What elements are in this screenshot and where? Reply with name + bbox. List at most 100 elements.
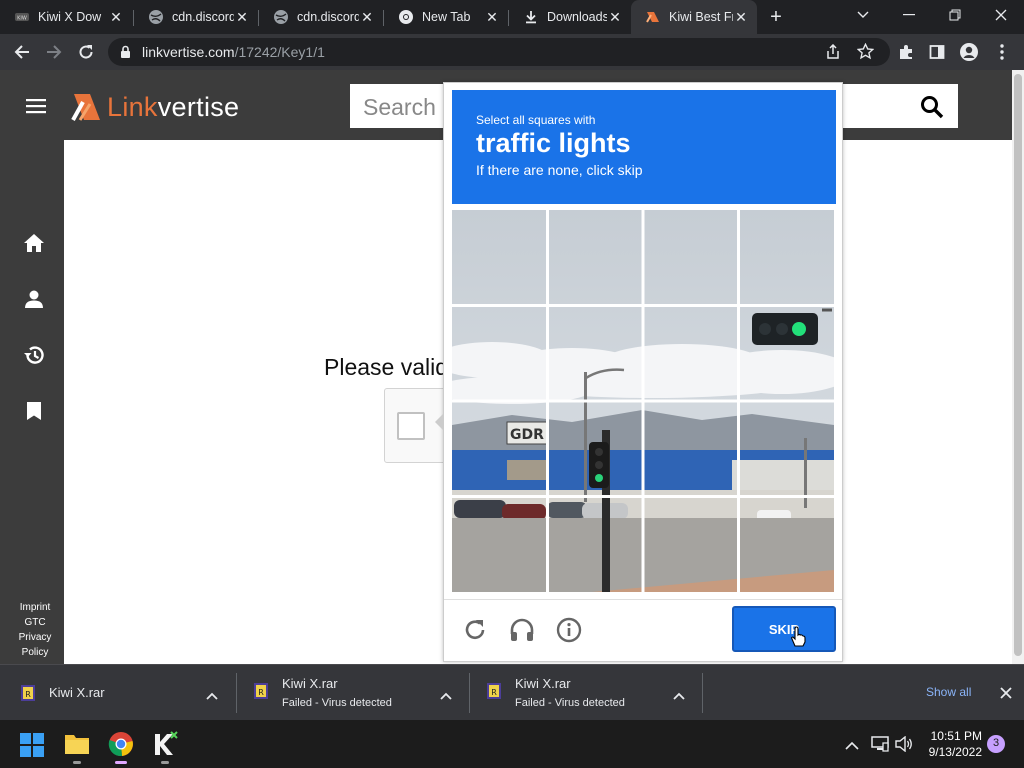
grid-tile-2[interactable] (548, 210, 643, 305)
audio-challenge-icon[interactable] (509, 617, 535, 648)
chevron-up-icon[interactable] (206, 687, 218, 705)
close-window-button[interactable] (978, 0, 1024, 30)
clock-time[interactable]: 10:51 PM (930, 729, 982, 743)
scrollbar-thumb[interactable] (1014, 74, 1022, 656)
bookmark-star-icon[interactable] (856, 42, 875, 65)
close-tab-icon[interactable]: ✕ (234, 9, 250, 25)
close-tab-icon[interactable]: ✕ (484, 9, 500, 25)
lock-icon[interactable] (120, 45, 131, 64)
footer-link-policy[interactable]: Policy (0, 647, 70, 658)
tab-search-chevron-icon[interactable] (840, 0, 886, 30)
tray-chevron-up-icon[interactable] (845, 738, 859, 756)
globe-icon (273, 9, 289, 25)
grid-tile-16[interactable] (740, 498, 834, 592)
grid-tile-15[interactable] (644, 498, 739, 592)
chrome-taskbar-icon[interactable] (108, 731, 134, 764)
close-tab-icon[interactable]: ✕ (359, 9, 375, 25)
restore-button[interactable] (932, 0, 978, 30)
close-tab-icon[interactable]: ✕ (108, 9, 124, 25)
tab-title: Downloads (547, 10, 607, 24)
rar-file-icon: R (486, 682, 502, 705)
bookmark-icon[interactable] (20, 397, 48, 425)
tab-title: Kiwi Best Fr (669, 10, 733, 24)
clock-date[interactable]: 9/13/2022 (922, 745, 982, 759)
grid-tile-3[interactable] (644, 210, 739, 305)
grid-tile-6[interactable] (548, 306, 643, 401)
footer-link-imprint[interactable]: Imprint (0, 602, 70, 613)
skip-label: SKIP (768, 622, 800, 637)
instruction-bottom: If there are none, click skip (476, 162, 643, 178)
grid-tile-11[interactable] (644, 402, 739, 497)
grid-tile-12[interactable] (740, 402, 834, 497)
download-item-1[interactable]: R Kiwi X.rar (0, 665, 236, 721)
captcha-challenge: Select all squares with traffic lights I… (435, 82, 843, 662)
user-icon[interactable] (20, 285, 48, 313)
tab-title: cdn.discord (297, 10, 359, 24)
back-arrow-icon[interactable] (8, 38, 36, 66)
chevron-up-icon[interactable] (440, 687, 452, 705)
windows-taskbar: 10:51 PM 9/13/2022 3 (0, 720, 1024, 768)
address-bar[interactable]: linkvertise.com/17242/Key1/1 (108, 38, 890, 66)
tab-kiwi-best[interactable]: Kiwi Best Fr ✕ (631, 0, 757, 34)
grid-tile-7[interactable] (644, 306, 739, 401)
windows-start-icon[interactable] (20, 733, 44, 762)
download-file-name: Kiwi X.rar (282, 676, 338, 691)
grid-tile-14[interactable] (548, 498, 643, 592)
footer-link-privacy[interactable]: Privacy (0, 632, 70, 643)
grid-tile-5[interactable] (452, 306, 547, 401)
download-item-3[interactable]: R Kiwi X.rar Failed - Virus detected (470, 665, 702, 721)
linkvertise-logo-text[interactable]: Linkvertise (107, 92, 239, 123)
recaptcha-checkbox[interactable] (397, 412, 425, 440)
home-icon[interactable] (20, 229, 48, 257)
kiwi-app-icon[interactable] (151, 730, 179, 764)
linkvertise-sidebar: Imprint GTC Privacy Policy (0, 140, 64, 664)
profile-avatar-icon[interactable] (955, 38, 983, 66)
new-tab-button[interactable]: + (764, 6, 788, 28)
extensions-puzzle-icon[interactable] (892, 38, 920, 66)
grid-tile-8[interactable] (740, 306, 834, 401)
hamburger-menu-icon[interactable] (26, 98, 46, 119)
rar-file-icon: R (20, 684, 36, 707)
download-item-2[interactable]: R Kiwi X.rar Failed - Virus detected (237, 665, 469, 721)
tab-cdn-discord-1[interactable]: cdn.discord ✕ (134, 0, 258, 34)
grid-tile-4[interactable] (740, 210, 834, 305)
close-tab-icon[interactable]: ✕ (607, 9, 623, 25)
grid-tile-9[interactable] (452, 402, 547, 497)
search-icon[interactable] (920, 95, 944, 124)
tab-new-tab[interactable]: New Tab ✕ (384, 0, 508, 34)
file-explorer-icon[interactable] (64, 732, 90, 764)
reload-challenge-icon[interactable] (462, 617, 488, 648)
browser-menu-icon[interactable] (988, 38, 1016, 66)
grid-tile-13[interactable] (452, 498, 547, 592)
tab-downloads[interactable]: Downloads ✕ (509, 0, 631, 34)
tab-cdn-discord-2[interactable]: cdn.discord ✕ (259, 0, 383, 34)
close-shelf-icon[interactable] (1000, 686, 1012, 704)
instruction-target: traffic lights (476, 128, 631, 158)
tab-title: New Tab (422, 10, 471, 24)
linkvertise-logo-icon[interactable] (70, 90, 104, 129)
url-text[interactable]: linkvertise.com/17242/Key1/1 (142, 44, 325, 60)
grid-tile-1[interactable] (452, 210, 547, 305)
footer-link-gtc[interactable]: GTC (0, 617, 70, 628)
info-icon[interactable] (556, 617, 582, 648)
notification-badge[interactable]: 3 (987, 735, 1005, 753)
volume-icon[interactable] (895, 735, 913, 757)
chevron-up-icon[interactable] (673, 687, 685, 705)
forward-arrow-icon[interactable] (40, 38, 68, 66)
kiwi-tab-icon: KIW (14, 9, 30, 25)
close-tab-icon[interactable]: ✕ (733, 9, 749, 25)
network-icon[interactable] (871, 736, 889, 757)
show-all-button[interactable]: Show all (926, 685, 971, 699)
captcha-footer-divider (444, 599, 842, 600)
tab-kiwi-download[interactable]: KIW Kiwi X Dow ✕ (0, 0, 132, 34)
svg-text:R: R (258, 688, 264, 697)
minimize-button[interactable] (886, 0, 932, 30)
history-icon[interactable] (20, 341, 48, 369)
reload-icon[interactable] (72, 38, 100, 66)
grid-tile-10[interactable] (548, 402, 643, 497)
tab-title: cdn.discord (172, 10, 234, 24)
download-shelf: R Kiwi X.rar R Kiwi X.rar Failed - Virus… (0, 664, 1024, 720)
side-panel-icon[interactable] (923, 38, 951, 66)
share-icon[interactable] (825, 43, 841, 65)
skip-button[interactable]: SKIP (732, 606, 836, 652)
